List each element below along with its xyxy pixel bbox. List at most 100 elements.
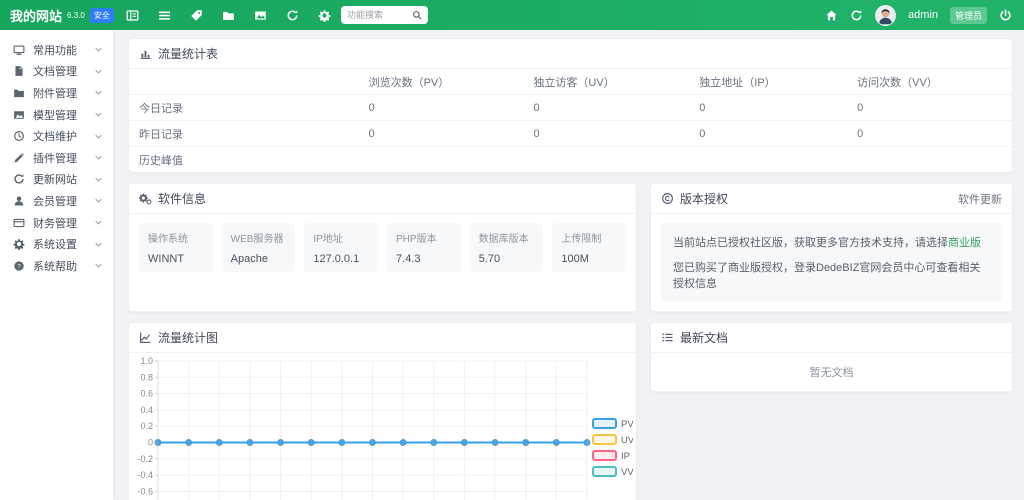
list-icon	[661, 331, 674, 344]
gear-icon[interactable]	[313, 4, 335, 26]
sidebar-item-2[interactable]: 附件管理	[0, 82, 113, 104]
license-box: 当前站点已授权社区版，获取更多官方技术支持，请选择商业版 您已购买了商业版授权，…	[661, 223, 1002, 302]
legend-label: PV	[621, 419, 633, 430]
data-point	[584, 440, 589, 445]
info-label: WEB服务器	[231, 230, 287, 245]
data-point	[462, 440, 467, 445]
table-cell: 0	[523, 95, 689, 121]
sidebar-item-6[interactable]: 更新网站	[0, 169, 113, 191]
chevron-down-icon	[94, 88, 103, 97]
copyright-icon	[661, 192, 674, 205]
software-info-card: 软件信息 操作系统 WINNT WEB服务器 Apache IP地址 127.0…	[128, 183, 637, 312]
top-header: 我的网站 6.3.0 安全 admin 管理员	[0, 0, 1024, 30]
sidebar-item-label: 文档维护	[33, 128, 77, 144]
table-cell: 0	[523, 121, 689, 147]
table-row: 昨日记录0000	[129, 121, 1012, 147]
svg-text:0.8: 0.8	[140, 372, 153, 382]
panel-icon[interactable]	[121, 4, 143, 26]
traffic-table-title: 流量统计表	[129, 39, 1012, 69]
sidebar-item-label: 更新网站	[33, 171, 77, 187]
card-title-text: 流量统计表	[158, 45, 218, 62]
sidebar-item-0[interactable]: 常用功能	[0, 39, 113, 61]
traffic-chart: 1.00.80.60.40.20-0.2-0.4-0.6-0.8-1.011-2…	[132, 356, 633, 500]
chevron-down-icon	[94, 132, 103, 141]
data-point	[492, 440, 497, 445]
refresh-icon[interactable]	[281, 4, 303, 26]
legend-item-VV[interactable]: VV	[593, 467, 633, 478]
avatar[interactable]	[875, 5, 896, 26]
data-point	[339, 440, 344, 445]
header-toolbar	[121, 4, 335, 26]
security-badge: 安全	[90, 8, 114, 23]
sidebar-item-label: 常用功能	[33, 42, 77, 58]
column-header: 访问次数（VV）	[847, 69, 1012, 95]
role-badge: 管理员	[950, 7, 987, 24]
info-value: 100M	[561, 253, 617, 265]
svg-text:0: 0	[148, 438, 153, 448]
legend-item-IP[interactable]: IP	[593, 451, 630, 462]
chevron-down-icon	[94, 45, 103, 54]
software-update-link[interactable]: 软件更新	[958, 191, 1002, 207]
commercial-link[interactable]: 商业版	[948, 237, 981, 249]
legend-swatch	[593, 467, 616, 476]
table-cell	[359, 147, 524, 173]
legend-label: IP	[621, 451, 630, 462]
card-title-text: 最新文档	[680, 329, 728, 346]
chevron-down-icon	[94, 218, 103, 227]
svg-text:0.6: 0.6	[140, 389, 153, 399]
svg-text:-0.2: -0.2	[137, 454, 153, 464]
line-chart-icon	[139, 331, 152, 344]
tag-icon[interactable]	[185, 4, 207, 26]
software-info-grid: 操作系统 WINNT WEB服务器 Apache IP地址 127.0.0.1 …	[129, 214, 636, 281]
table-cell	[847, 147, 1012, 173]
info-box: PHP版本 7.4.3	[387, 223, 461, 272]
svg-text:?: ?	[17, 263, 21, 270]
sidebar-item-10[interactable]: ? 系统帮助	[0, 255, 113, 277]
card-title-text: 软件信息	[158, 190, 206, 207]
list-icon[interactable]	[153, 4, 175, 26]
row-label: 今日记录	[129, 95, 359, 121]
sidebar-item-9[interactable]: 系统设置	[0, 233, 113, 255]
help-icon: ?	[13, 260, 25, 272]
legend-swatch	[593, 435, 616, 444]
chevron-down-icon	[94, 261, 103, 270]
table-row: 历史峰值	[129, 147, 1012, 173]
folder-icon	[13, 87, 25, 99]
sidebar-item-5[interactable]: 插件管理	[0, 147, 113, 169]
folder-icon[interactable]	[217, 4, 239, 26]
svg-text:1.0: 1.0	[140, 356, 153, 366]
refresh-icon[interactable]	[850, 9, 863, 22]
plugin-icon	[13, 152, 25, 164]
column-header: 独立访客（UV）	[523, 69, 689, 95]
info-label: PHP版本	[396, 230, 452, 245]
legend-item-UV[interactable]: UV	[593, 435, 633, 446]
row-label: 昨日记录	[129, 121, 359, 147]
sidebar-item-3[interactable]: 模型管理	[0, 104, 113, 126]
image-icon[interactable]	[249, 4, 271, 26]
table-cell: 0	[689, 121, 847, 147]
table-cell: 0	[689, 95, 847, 121]
sidebar-item-4[interactable]: 文档维护	[0, 125, 113, 147]
power-icon[interactable]	[999, 9, 1012, 22]
license-line1-text: 当前站点已授权社区版，获取更多官方技术支持，请选择	[673, 237, 948, 249]
search-input[interactable]	[347, 10, 408, 20]
info-box: IP地址 127.0.0.1	[304, 223, 378, 272]
traffic-table-card: 流量统计表 浏览次数（PV）独立访客（UV）独立地址（IP）访问次数（VV） 今日…	[128, 38, 1013, 173]
data-point	[217, 440, 222, 445]
info-label: 数据库版本	[479, 230, 535, 245]
data-point	[155, 440, 160, 445]
chart-area: 1.00.80.60.40.20-0.2-0.4-0.6-0.8-1.011-2…	[129, 353, 636, 500]
desktop-icon	[13, 44, 25, 56]
latest-docs-title: 最新文档	[651, 323, 1012, 353]
search-icon[interactable]	[412, 10, 422, 20]
column-header: 浏览次数（PV）	[359, 69, 524, 95]
legend-item-PV[interactable]: PV	[593, 419, 633, 430]
sidebar-item-7[interactable]: 会员管理	[0, 190, 113, 212]
column-header: 独立地址（IP）	[689, 69, 847, 95]
sidebar-item-8[interactable]: 财务管理	[0, 212, 113, 234]
card-icon	[13, 217, 25, 229]
legend-label: VV	[621, 467, 633, 478]
home-icon[interactable]	[825, 9, 838, 22]
legend-swatch	[593, 451, 616, 460]
sidebar-item-1[interactable]: 文档管理	[0, 61, 113, 83]
